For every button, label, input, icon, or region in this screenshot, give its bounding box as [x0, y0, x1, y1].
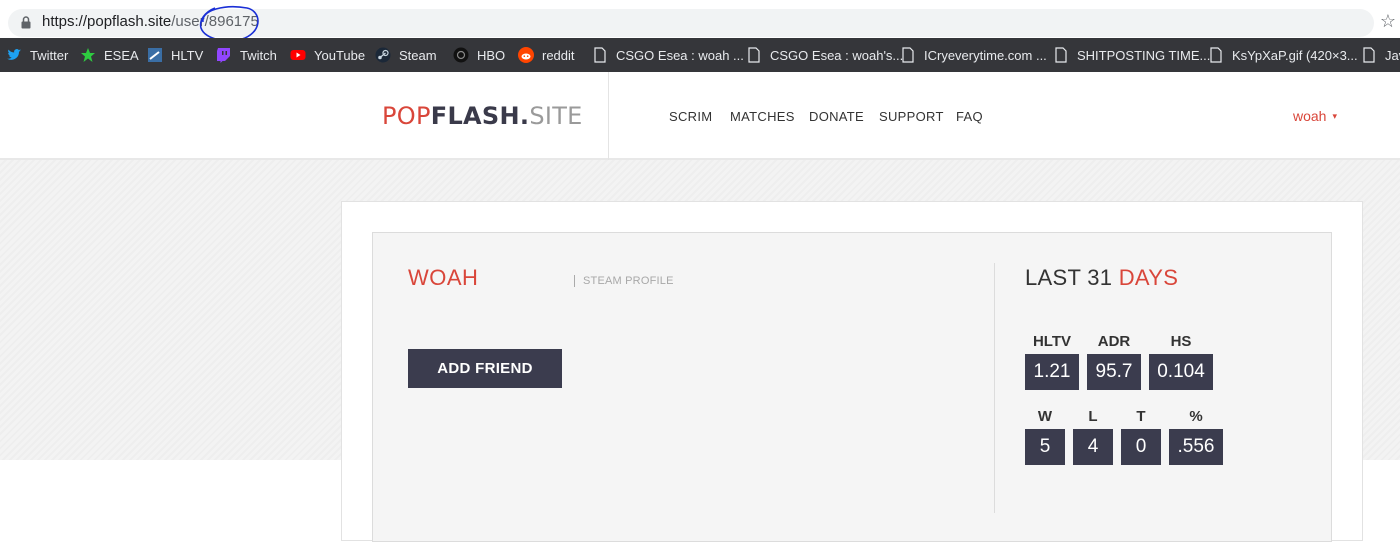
site-header: POPFLASH.SITE SCRIM MATCHES DONATE SUPPO… — [0, 72, 1400, 160]
twitter-icon — [7, 49, 21, 60]
bookmark-label: Steam — [399, 47, 437, 63]
stats-divider — [994, 263, 995, 513]
logo-flash: FLASH. — [430, 102, 530, 130]
bookmark-label: Twitch — [240, 47, 277, 63]
logo-site: SITE — [529, 102, 583, 130]
steam-icon — [375, 47, 391, 63]
nav-faq[interactable]: FAQ — [956, 109, 983, 124]
bookmark-csgo-esea-1[interactable]: CSGO Esea : woah ... — [592, 47, 744, 63]
bookmark-label: CSGO Esea : woah ... — [616, 47, 744, 63]
hltv-icon — [148, 48, 162, 62]
steam-profile-link[interactable]: STEAM PROFILE — [574, 275, 674, 287]
stat-label-ties: T — [1136, 408, 1146, 425]
add-friend-button[interactable]: ADD FRIEND — [408, 349, 562, 388]
bookmark-label: ICryeverytime.com ... — [924, 47, 1047, 63]
page-icon — [594, 47, 606, 63]
user-menu-name: woah — [1293, 108, 1327, 124]
page-icon — [902, 47, 914, 63]
page-icon — [1055, 47, 1067, 63]
bookmark-gif[interactable]: KsYpXaP.gif (420×3... — [1208, 47, 1358, 63]
page-icon — [748, 47, 760, 63]
bookmark-esea[interactable]: ESEA — [80, 47, 139, 63]
site-logo[interactable]: POPFLASH.SITE — [382, 102, 583, 130]
stats-heading-prefix: LAST 31 — [1025, 265, 1119, 290]
page-icon — [1210, 47, 1222, 63]
nav-matches[interactable]: MATCHES — [730, 109, 795, 124]
bookmark-star-icon[interactable]: ☆ — [1380, 11, 1396, 32]
stats-heading-accent: DAYS — [1118, 265, 1179, 290]
bookmark-hbo[interactable]: HBO — [453, 47, 505, 63]
url-host: https://popflash.site — [42, 13, 172, 30]
twitch-icon — [217, 48, 230, 63]
logo-pop: POP — [382, 102, 431, 130]
stat-label-adr: ADR — [1097, 333, 1131, 350]
bookmark-label: reddit — [542, 47, 575, 63]
stat-value-hltv: 1.21 — [1025, 354, 1079, 390]
bookmark-label: YouTube — [314, 47, 366, 63]
stat-label-wins: W — [1037, 408, 1053, 425]
stat-value-ties: 0 — [1121, 429, 1161, 465]
bookmark-label: HBO — [477, 47, 506, 63]
reddit-icon — [518, 47, 534, 63]
esea-icon — [81, 48, 95, 62]
hbo-icon — [453, 47, 469, 63]
bookmark-jav[interactable]: Jav — [1361, 47, 1400, 63]
stat-label-hs: HS — [1170, 333, 1192, 350]
bookmark-label: ESEA — [104, 47, 139, 63]
nav-support[interactable]: SUPPORT — [879, 109, 944, 124]
bookmark-reddit[interactable]: reddit — [518, 47, 575, 63]
nav-scrim[interactable]: SCRIM — [669, 109, 712, 124]
browser-address-bar: https://popflash.site/user/896175 ☆ — [0, 0, 1400, 42]
stat-value-hs: 0.104 — [1149, 354, 1213, 390]
bookmark-label: HLTV — [171, 47, 204, 63]
profile-username: WOAH — [408, 265, 479, 290]
bookmark-label: CSGO Esea : woah's... — [770, 47, 904, 63]
nav-donate[interactable]: DONATE — [809, 109, 864, 124]
bookmark-hltv[interactable]: HLTV — [147, 47, 203, 63]
bookmark-label: SHITPOSTING TIME... — [1077, 47, 1211, 63]
lock-icon — [21, 16, 31, 29]
bookmark-label: Jav — [1385, 47, 1400, 63]
bookmark-shitposting[interactable]: SHITPOSTING TIME... — [1053, 47, 1210, 63]
page-icon — [1363, 47, 1375, 63]
bookmarks-bar: Twitter ESEA HLTV Twitch YouTube Steam H… — [0, 38, 1400, 72]
stat-value-win-percent: .556 — [1169, 429, 1223, 465]
bookmark-twitch[interactable]: Twitch — [216, 47, 277, 63]
youtube-icon — [290, 50, 306, 60]
bookmark-steam[interactable]: Steam — [375, 47, 437, 63]
stat-label-hltv: HLTV — [1032, 333, 1072, 350]
stat-value-losses: 4 — [1073, 429, 1113, 465]
bookmark-twitter[interactable]: Twitter — [6, 47, 68, 63]
user-menu[interactable]: woah ▾ — [1293, 108, 1337, 124]
bookmark-icryeverytime[interactable]: ICryeverytime.com ... — [900, 47, 1047, 63]
header-divider — [608, 72, 609, 160]
bookmark-label: Twitter — [30, 47, 69, 63]
stat-label-losses: L — [1088, 408, 1098, 425]
stat-label-win-percent: % — [1189, 408, 1203, 425]
chevron-down-icon: ▾ — [1332, 111, 1337, 121]
bookmark-csgo-esea-2[interactable]: CSGO Esea : woah's... — [746, 47, 903, 63]
stat-value-adr: 95.7 — [1087, 354, 1141, 390]
stats-heading: LAST 31 DAYS — [1025, 265, 1178, 291]
stat-value-wins: 5 — [1025, 429, 1065, 465]
bookmark-label: KsYpXaP.gif (420×3... — [1232, 47, 1358, 63]
bookmark-youtube[interactable]: YouTube — [290, 47, 365, 63]
